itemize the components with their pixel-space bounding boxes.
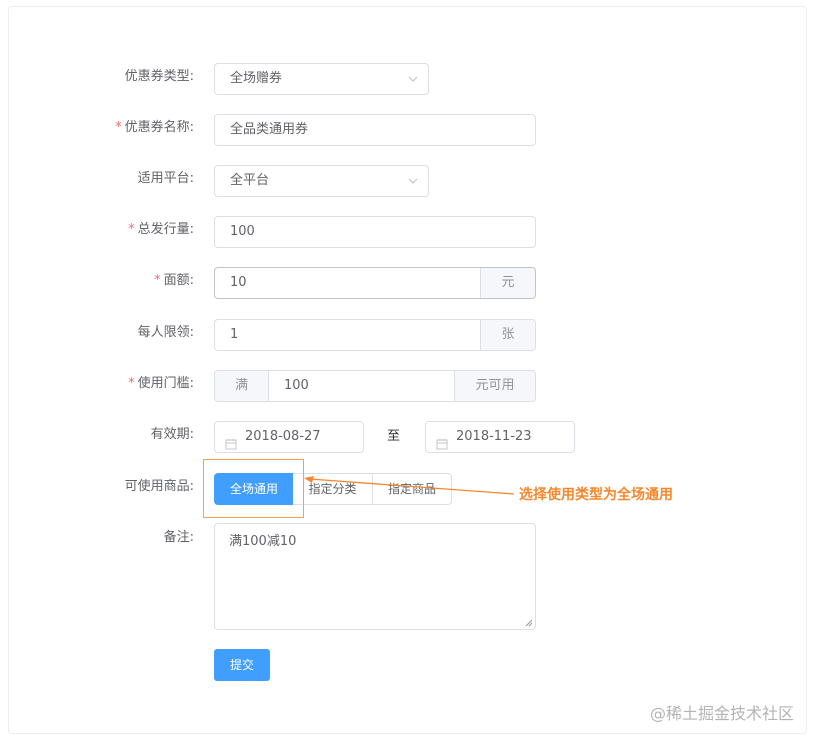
watermark: @稀土掘金技术社区: [649, 704, 794, 723]
coupon-type-label: 优惠券类型:: [124, 69, 194, 84]
annotation-highlight-box: [203, 459, 304, 518]
platform-label: 适用平台:: [137, 171, 194, 186]
per-limit-label: 每人限领:: [137, 325, 194, 340]
threshold-input[interactable]: 满 100 元可用: [214, 370, 536, 402]
coupon-type-value: 全场赠券: [230, 71, 283, 86]
date-separator: 至: [387, 429, 401, 444]
per-limit-unit-addon: 张: [480, 320, 535, 350]
platform-select[interactable]: 全平台: [214, 165, 429, 197]
total-label: * 总发行量:: [128, 222, 194, 237]
chevron-down-icon: [408, 75, 418, 83]
calendar-icon: [225, 432, 237, 450]
submit-button[interactable]: 提交: [214, 649, 270, 681]
chevron-down-icon: [408, 177, 418, 185]
coupon-name-label: * 优惠券名称:: [115, 120, 194, 135]
resize-handle-icon[interactable]: [525, 619, 533, 627]
total-input[interactable]: 100: [214, 216, 536, 248]
annotation-text: 选择使用类型为全场通用: [519, 487, 673, 503]
note-value: 满100减10: [229, 534, 297, 549]
per-limit-value: 1: [230, 327, 239, 342]
start-date-picker[interactable]: 2018-08-27: [214, 421, 364, 453]
calendar-icon: [436, 432, 448, 450]
threshold-label: * 使用门槛:: [128, 376, 194, 391]
platform-value: 全平台: [230, 173, 270, 188]
end-date-value: 2018-11-23: [456, 429, 532, 444]
coupon-type-select[interactable]: 全场赠券: [214, 63, 429, 95]
note-textarea[interactable]: 满100减10: [214, 523, 536, 630]
coupon-name-input[interactable]: 全品类通用券: [214, 114, 536, 146]
amount-input[interactable]: 10 元: [214, 267, 536, 299]
coupon-name-value: 全品类通用券: [230, 122, 309, 137]
annotation-arrow-icon: [304, 476, 515, 495]
goods-label: 可使用商品:: [124, 479, 194, 494]
threshold-value: 100: [284, 378, 309, 393]
amount-unit-addon: 元: [480, 268, 535, 298]
end-date-picker[interactable]: 2018-11-23: [425, 421, 575, 453]
total-value: 100: [230, 224, 255, 239]
amount-value: 10: [230, 275, 247, 290]
threshold-prefix-addon: 满: [215, 371, 269, 401]
note-label: 备注:: [163, 530, 194, 545]
start-date-value: 2018-08-27: [245, 429, 321, 444]
threshold-suffix-addon: 元可用: [454, 371, 535, 401]
per-limit-input[interactable]: 1 张: [214, 319, 536, 351]
amount-label: * 面额:: [154, 273, 194, 288]
validity-label: 有效期:: [150, 427, 194, 442]
